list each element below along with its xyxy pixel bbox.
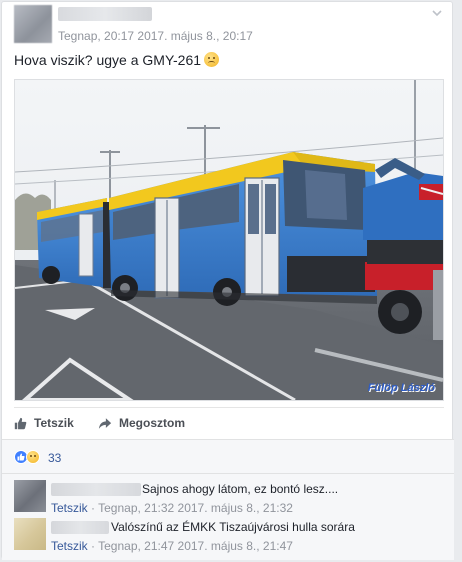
chevron-down-icon[interactable] <box>430 7 444 21</box>
post-timestamp[interactable]: Tegnap, 20:17 2017. május 8., 20:17 <box>58 29 253 43</box>
share-button[interactable]: Megosztom <box>98 416 185 430</box>
reactions-summary[interactable]: 33 <box>2 439 454 473</box>
reaction-icons <box>14 450 40 464</box>
comment-timestamp[interactable]: · Tegnap, 21:32 2017. május 8., 21:32 <box>88 501 293 515</box>
reaction-count[interactable]: 33 <box>48 451 61 465</box>
comment-item: Valószínű az ÉMKK Tiszaújvárosi hulla so… <box>14 518 444 554</box>
thumbs-up-icon <box>14 417 27 429</box>
post-text-content: Hova viszik? ugye a GMY-261 <box>14 52 202 68</box>
sad-reaction-icon <box>26 450 40 464</box>
post-card: Tegnap, 20:17 2017. május 8., 20:17 Hova… <box>1 1 454 560</box>
bus-photo-illustration <box>15 80 443 400</box>
share-arrow-icon <box>98 417 112 429</box>
like-button-label: Tetszik <box>34 416 74 430</box>
commenter-name-blurred[interactable] <box>51 483 141 496</box>
post-photo[interactable]: Fülöp László <box>14 79 444 401</box>
commenter-name-blurred[interactable] <box>51 521 109 534</box>
post-text: Hova viszik? ugye a GMY-261 <box>14 52 220 68</box>
comment-like-link[interactable]: Tetszik <box>51 539 88 553</box>
commenter-avatar[interactable] <box>14 518 46 550</box>
comment-timestamp[interactable]: · Tegnap, 21:47 2017. május 8., 21:47 <box>88 539 293 553</box>
comment-text: Valószínű az ÉMKK Tiszaújvárosi hulla so… <box>111 520 355 534</box>
author-name-blurred[interactable] <box>58 7 152 21</box>
author-avatar[interactable] <box>14 5 52 43</box>
post-actions: Tetszik Megosztom <box>14 407 444 439</box>
comment-item: Sajnos ahogy látom, ez bontó lesz.... Te… <box>14 480 444 516</box>
comment-text: Sajnos ahogy látom, ez bontó lesz.... <box>142 482 339 496</box>
photo-watermark: Fülöp László <box>367 382 435 394</box>
comment-like-link[interactable]: Tetszik <box>51 501 88 515</box>
sad-emoji-icon <box>204 52 220 67</box>
comment-meta: Tetszik · Tegnap, 21:32 2017. május 8., … <box>51 501 293 515</box>
like-button[interactable]: Tetszik <box>14 416 74 430</box>
comment-meta: Tetszik · Tegnap, 21:47 2017. május 8., … <box>51 539 293 553</box>
share-button-label: Megosztom <box>119 416 185 430</box>
post-header: Tegnap, 20:17 2017. május 8., 20:17 <box>14 5 444 43</box>
comments-section: Sajnos ahogy látom, ez bontó lesz.... Te… <box>2 473 454 560</box>
commenter-avatar[interactable] <box>14 480 46 512</box>
